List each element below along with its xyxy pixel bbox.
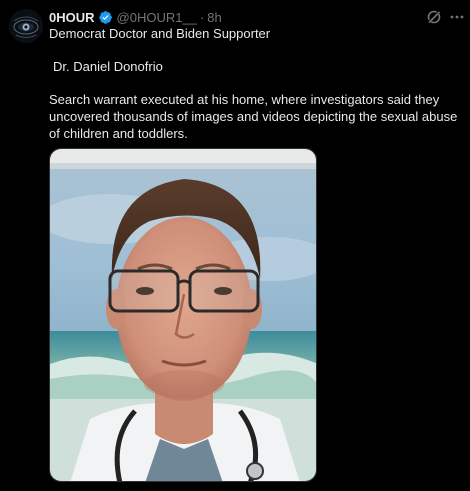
post-media-photo[interactable] xyxy=(49,148,317,482)
author-display-name[interactable]: 0HOUR xyxy=(49,10,95,25)
post-text: Democrat Doctor and Biden Supporter Dr. … xyxy=(49,25,459,142)
separator-dot: · xyxy=(199,9,205,25)
tweet[interactable]: 0HOUR @0HOUR1__ · 8h Democrat Doctor and… xyxy=(0,0,470,491)
grok-icon[interactable] xyxy=(426,9,442,25)
post-text-line-3: Search warrant executed at his home, whe… xyxy=(49,92,458,141)
portrait-photo xyxy=(50,149,316,481)
post-header: 0HOUR @0HOUR1__ · 8h xyxy=(49,8,222,26)
more-horizontal-icon[interactable] xyxy=(449,9,465,25)
verified-badge-icon xyxy=(98,10,112,24)
post-text-line-1: Democrat Doctor and Biden Supporter xyxy=(49,26,271,41)
author-handle[interactable]: @0HOUR1__ xyxy=(117,10,197,25)
avatar[interactable] xyxy=(9,9,43,43)
post-text-line-2: Dr. Daniel Donofrio xyxy=(53,59,163,74)
post-timestamp[interactable]: 8h xyxy=(207,10,221,25)
avatar-logo-icon xyxy=(9,9,43,43)
